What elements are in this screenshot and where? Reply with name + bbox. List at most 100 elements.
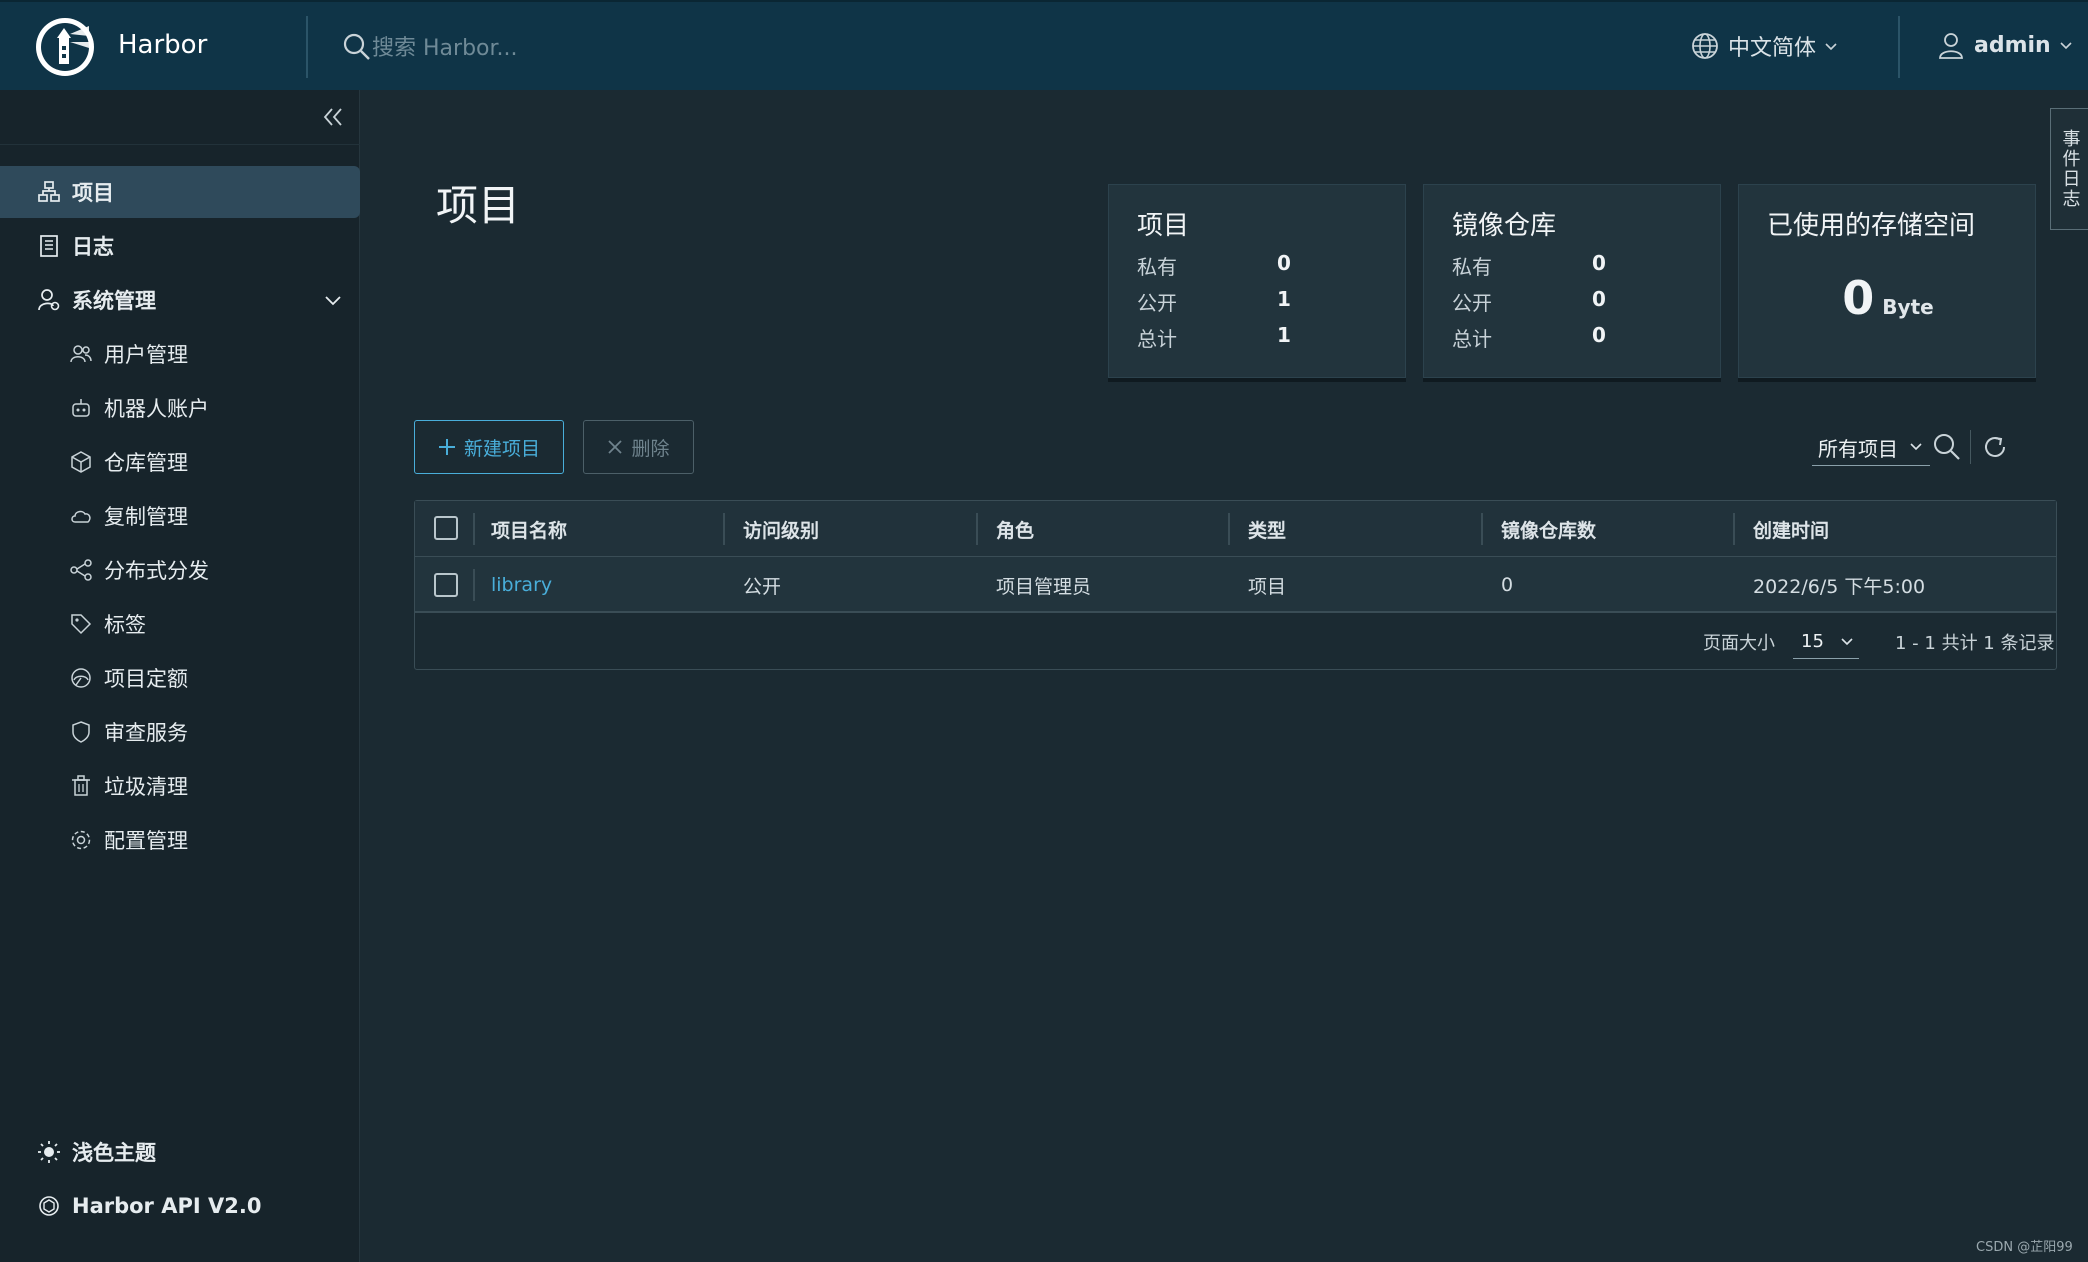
chevron-down-icon <box>1910 443 1922 451</box>
row-value: 0 <box>1592 323 1606 347</box>
column-divider <box>473 569 475 601</box>
sidebar-item-label: 用户管理 <box>104 343 188 367</box>
projects-table: 项目名称 访问级别 角色 类型 镜像仓库数 创建时间 library 公开 项目… <box>414 500 2057 670</box>
card-row-public: 公开 0 <box>1452 287 1652 316</box>
new-project-button[interactable]: 新建项目 <box>414 420 564 474</box>
project-filter-select[interactable]: 所有项目 <box>1812 430 1930 466</box>
users-icon <box>68 341 94 367</box>
share-icon <box>68 557 94 583</box>
sidebar: 项目 日志 系统管理 用户管理 机器人账户 仓库管理 复制管理 分布式分发 标签… <box>0 90 360 1262</box>
harbor-logo-icon[interactable] <box>34 16 96 78</box>
sidebar-item-label: 复制管理 <box>104 505 188 529</box>
row-checkbox[interactable] <box>434 573 458 597</box>
filter-value: 所有项目 <box>1818 437 1898 461</box>
admin-icon <box>36 287 62 313</box>
global-search-input[interactable] <box>372 28 1272 68</box>
column-header-role[interactable]: 角色 <box>996 501 1034 557</box>
sidebar-item-label: 审查服务 <box>104 721 188 745</box>
column-header-name[interactable]: 项目名称 <box>491 501 567 557</box>
header-divider <box>306 16 308 78</box>
project-name-link[interactable]: library <box>491 557 552 613</box>
column-divider[interactable] <box>1228 513 1230 545</box>
storage-amount: 0 <box>1842 271 1875 325</box>
top-header: Harbor 中文简体 admin <box>0 0 2088 90</box>
event-log-tab[interactable]: 事件日志 <box>2050 108 2088 230</box>
select-all-checkbox[interactable] <box>434 516 458 540</box>
api-label: Harbor API V2.0 <box>72 1194 262 1218</box>
column-header-type[interactable]: 类型 <box>1248 501 1286 557</box>
row-value: 0 <box>1277 251 1291 275</box>
sidebar-item-gc[interactable]: 垃圾清理 <box>0 760 360 812</box>
row-label: 公开 <box>1137 291 1177 315</box>
sidebar-item-label: 标签 <box>104 613 146 637</box>
collapse-sidebar-icon[interactable] <box>320 104 346 130</box>
sidebar-item-label: 机器人账户 <box>104 397 209 421</box>
role-cell: 项目管理员 <box>996 575 1092 598</box>
sidebar-item-label: 垃圾清理 <box>104 775 188 799</box>
column-header-repo-count[interactable]: 镜像仓库数 <box>1501 501 1596 557</box>
brand-name[interactable]: Harbor <box>118 30 207 60</box>
storage-unit: Byte <box>1882 295 1934 319</box>
projects-icon <box>36 179 62 205</box>
repos-summary-card: 镜像仓库 私有 0 公开 0 总计 0 <box>1423 184 1721 378</box>
column-divider[interactable] <box>723 513 725 545</box>
api-link[interactable]: Harbor API V2.0 <box>0 1180 360 1232</box>
row-label: 公开 <box>1452 291 1492 315</box>
sidebar-item-system-admin[interactable]: 系统管理 <box>0 274 360 326</box>
api-icon <box>36 1193 62 1219</box>
column-divider <box>473 513 475 545</box>
plus-icon <box>438 439 455 455</box>
new-project-label: 新建项目 <box>463 437 540 460</box>
chevron-down-icon <box>1825 43 1837 51</box>
card-row-public: 公开 1 <box>1137 287 1337 316</box>
sidebar-item-labels[interactable]: 标签 <box>0 598 360 650</box>
chevron-down-icon[interactable] <box>322 289 344 311</box>
sidebar-item-replication[interactable]: 复制管理 <box>0 490 360 542</box>
row-value: 1 <box>1277 323 1291 347</box>
sidebar-item-interrogation[interactable]: 审查服务 <box>0 706 360 758</box>
sidebar-item-projects[interactable]: 项目 <box>0 166 360 218</box>
card-title: 项目 <box>1137 211 1190 241</box>
row-label: 总计 <box>1137 327 1177 351</box>
page-size-value: 15 <box>1801 631 1824 652</box>
access-level-cell: 公开 <box>743 575 782 598</box>
chevron-down-icon <box>1841 638 1853 646</box>
column-header-access[interactable]: 访问级别 <box>743 501 819 557</box>
column-divider[interactable] <box>1481 513 1483 545</box>
sidebar-item-repositories[interactable]: 仓库管理 <box>0 436 360 488</box>
column-divider[interactable] <box>1733 513 1735 545</box>
logs-icon <box>36 233 62 259</box>
refresh-icon[interactable] <box>1980 432 2010 462</box>
sidebar-item-label: 分布式分发 <box>104 559 209 583</box>
sidebar-item-distribution[interactable]: 分布式分发 <box>0 544 360 596</box>
card-title: 镜像仓库 <box>1452 211 1557 241</box>
user-icon <box>1939 33 1963 59</box>
row-value: 0 <box>1592 287 1606 311</box>
delete-button[interactable]: 删除 <box>583 420 694 474</box>
sidebar-item-users[interactable]: 用户管理 <box>0 328 360 380</box>
search-icon <box>343 33 370 60</box>
sidebar-item-robot-accounts[interactable]: 机器人账户 <box>0 382 360 434</box>
sidebar-item-logs[interactable]: 日志 <box>0 220 360 272</box>
sidebar-item-label: 仓库管理 <box>104 451 188 475</box>
toolbar-divider <box>1970 430 1971 464</box>
language-selector[interactable]: 中文简体 <box>1690 30 1838 62</box>
sidebar-item-configuration[interactable]: 配置管理 <box>0 814 360 866</box>
globe-icon <box>1692 33 1718 59</box>
search-icon[interactable] <box>1932 432 1962 462</box>
theme-toggle[interactable]: 浅色主题 <box>0 1126 360 1178</box>
table-row[interactable]: library 公开 项目管理员 项目 0 2022/6/5 下午5:00 <box>415 557 2056 613</box>
projects-summary-card: 项目 私有 0 公开 1 总计 1 <box>1108 184 1406 378</box>
user-menu[interactable]: admin <box>1936 30 2073 60</box>
column-divider[interactable] <box>976 513 978 545</box>
user-name: admin <box>1974 32 2051 58</box>
sidebar-divider <box>0 144 360 145</box>
row-value: 1 <box>1277 287 1291 311</box>
quota-icon <box>68 665 94 691</box>
sidebar-item-quotas[interactable]: 项目定额 <box>0 652 360 704</box>
column-header-created[interactable]: 创建时间 <box>1753 501 1829 557</box>
cloud-sync-icon <box>68 503 94 529</box>
storage-summary-card: 已使用的存储空间 0 Byte <box>1738 184 2036 378</box>
row-value: 0 <box>1592 251 1606 275</box>
page-size-select[interactable]: 15 <box>1793 625 1859 659</box>
